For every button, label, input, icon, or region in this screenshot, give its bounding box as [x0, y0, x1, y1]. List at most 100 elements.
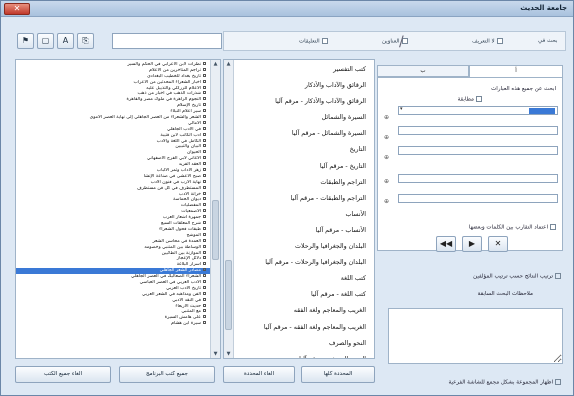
scroll-up-icon[interactable]: ▲ [211, 60, 220, 68]
book-tree-item[interactable]: سيرة ابن هشام [16, 321, 210, 327]
book-checkbox-icon[interactable] [203, 309, 206, 313]
book-checkbox-icon[interactable] [203, 67, 206, 71]
book-checkbox-icon[interactable] [203, 262, 206, 266]
book-checkbox-icon[interactable] [203, 279, 206, 283]
ordering-option[interactable]: ترتيب النتائج حسب ترتيب المؤلفين [473, 273, 561, 280]
book-checkbox-icon[interactable] [203, 315, 206, 319]
font-button[interactable]: A [57, 33, 74, 49]
book-checkbox-icon[interactable] [203, 285, 206, 289]
flag-button[interactable]: ⚑ [17, 33, 34, 49]
book-checkbox-icon[interactable] [203, 321, 206, 325]
ordering-checkbox[interactable] [555, 273, 561, 279]
deselect-selected-button[interactable]: الغاء المحددة [223, 366, 295, 383]
select-all-button[interactable]: المحددة كلها [301, 366, 375, 383]
search-first-button[interactable]: ◀◀ [436, 236, 456, 252]
close-button[interactable]: ✕ [4, 3, 30, 15]
book-checkbox-icon[interactable] [203, 79, 206, 83]
book-checkbox-icon[interactable] [203, 197, 206, 201]
book-checkbox-icon[interactable] [203, 168, 206, 172]
book-checkbox-icon[interactable] [203, 103, 206, 107]
category-item[interactable]: البلدان والجغرافيا والرحلات - مرقم آليا [234, 255, 374, 271]
category-item[interactable]: الغريب والمعاجم ولغة الفقه [234, 303, 374, 319]
search-next-button[interactable]: ▶ [462, 236, 482, 252]
category-item[interactable]: الغريب والمعاجم ولغة الفقه - مرقم آليا [234, 320, 374, 336]
option-comments[interactable]: التعليقات [299, 38, 328, 45]
add-phrase-icon[interactable]: ⊕ [384, 154, 389, 161]
search-notes-textarea[interactable] [388, 308, 563, 364]
book-checkbox-icon[interactable] [203, 97, 206, 101]
categories-scroll-thumb[interactable] [225, 260, 232, 330]
all-program-books-button[interactable]: جميع كتب البرنامج [119, 366, 215, 383]
category-item[interactable]: التاريخ - مرقم آليا [234, 159, 374, 175]
phrase-field-3[interactable] [398, 146, 558, 155]
deselect-all-books-button[interactable]: الغاء جميع الكتب [15, 366, 111, 383]
category-item[interactable]: الأنساب [234, 207, 374, 223]
show-group-option[interactable]: اظهار المجموعة بشكل مجمع للشاشة الفرعية [449, 379, 561, 386]
category-item[interactable]: التراجم والطبقات [234, 175, 374, 191]
option-definition[interactable]: لا التعريف [472, 38, 503, 45]
book-checkbox-icon[interactable] [203, 291, 206, 295]
category-item[interactable]: كتب اللغة [234, 271, 374, 287]
book-checkbox-icon[interactable] [203, 126, 206, 130]
book-checkbox-icon[interactable] [203, 179, 206, 183]
books-scrollbar[interactable]: ▲ ▼ [210, 60, 220, 358]
cancel-search-button[interactable]: ✕ [488, 236, 508, 252]
category-item[interactable]: التراجم والطبقات - مرقم آليا [234, 191, 374, 207]
scroll-down-icon[interactable]: ▼ [211, 350, 220, 358]
book-checkbox-icon[interactable] [203, 226, 206, 230]
category-item[interactable]: النحو والصرف - مرقم آليا [234, 352, 374, 358]
book-checkbox-icon[interactable] [203, 162, 206, 166]
book-checkbox-icon[interactable] [203, 156, 206, 160]
definition-checkbox[interactable] [496, 38, 503, 44]
book-checkbox-icon[interactable] [203, 274, 206, 278]
distance-option[interactable]: اعتماد التقارب بين الكلمات وبعضها [469, 224, 556, 231]
book-checkbox-icon[interactable] [203, 250, 206, 254]
book-checkbox-icon[interactable] [203, 244, 206, 248]
book-checkbox-icon[interactable] [203, 238, 206, 242]
phrase-field-2[interactable] [398, 126, 558, 135]
category-item[interactable]: السيرة والشمائل [234, 110, 374, 126]
book-checkbox-icon[interactable] [203, 232, 206, 236]
category-item[interactable]: الرقائق والآداب والأذكار - مرقم آليا [234, 94, 374, 110]
scroll-down-icon[interactable]: ▼ [224, 350, 233, 358]
phrase-field-4[interactable] [398, 174, 558, 183]
book-checkbox-icon[interactable] [203, 85, 206, 89]
book-checkbox-icon[interactable] [203, 91, 206, 95]
page-button[interactable]: ▢ [37, 33, 54, 49]
book-checkbox-icon[interactable] [203, 144, 206, 148]
tab-a[interactable]: أ [469, 65, 563, 77]
book-checkbox-icon[interactable] [203, 150, 206, 154]
book-checkbox-icon[interactable] [203, 268, 206, 272]
distance-checkbox[interactable] [550, 224, 556, 230]
book-checkbox-icon[interactable] [203, 303, 206, 307]
category-item[interactable]: الرقائق والآداب والأذكار [234, 78, 374, 94]
category-item[interactable]: كتب اللغة - مرقم آليا [234, 287, 374, 303]
categories-scrollbar[interactable]: ▲ ▼ [224, 60, 234, 358]
scroll-up-icon[interactable]: ▲ [224, 60, 233, 68]
books-scroll-thumb[interactable] [212, 200, 219, 260]
book-checkbox-icon[interactable] [203, 109, 206, 113]
category-item[interactable]: كتب التفسير [234, 62, 374, 78]
book-checkbox-icon[interactable] [203, 203, 206, 207]
book-checkbox-icon[interactable] [203, 115, 206, 119]
category-item[interactable]: التاريخ [234, 142, 374, 158]
book-checkbox-icon[interactable] [203, 215, 206, 219]
add-phrase-icon[interactable]: ⊕ [384, 198, 389, 205]
phrase-field-5[interactable] [398, 194, 558, 203]
book-checkbox-icon[interactable] [203, 173, 206, 177]
add-phrase-icon[interactable]: ⊕ [384, 134, 389, 141]
match-box[interactable] [476, 96, 482, 102]
book-checkbox-icon[interactable] [203, 256, 206, 260]
add-phrase-icon[interactable]: ⊕ [384, 114, 389, 121]
dropdown-arrow-icon[interactable]: ▾ [400, 106, 403, 112]
category-item[interactable]: النحو والصرف [234, 336, 374, 352]
tab-b[interactable]: ب [377, 65, 469, 77]
category-item[interactable]: البلدان والجغرافيا والرحلات [234, 239, 374, 255]
book-checkbox-icon[interactable] [203, 209, 206, 213]
phrase-field-1[interactable]: مصادر [398, 106, 558, 115]
book-checkbox-icon[interactable] [203, 132, 206, 136]
book-checkbox-icon[interactable] [203, 185, 206, 189]
book-checkbox-icon[interactable] [203, 120, 206, 124]
copy-button[interactable]: ⎘ [77, 33, 94, 49]
match-checkbox[interactable]: مطابقة [458, 96, 482, 103]
